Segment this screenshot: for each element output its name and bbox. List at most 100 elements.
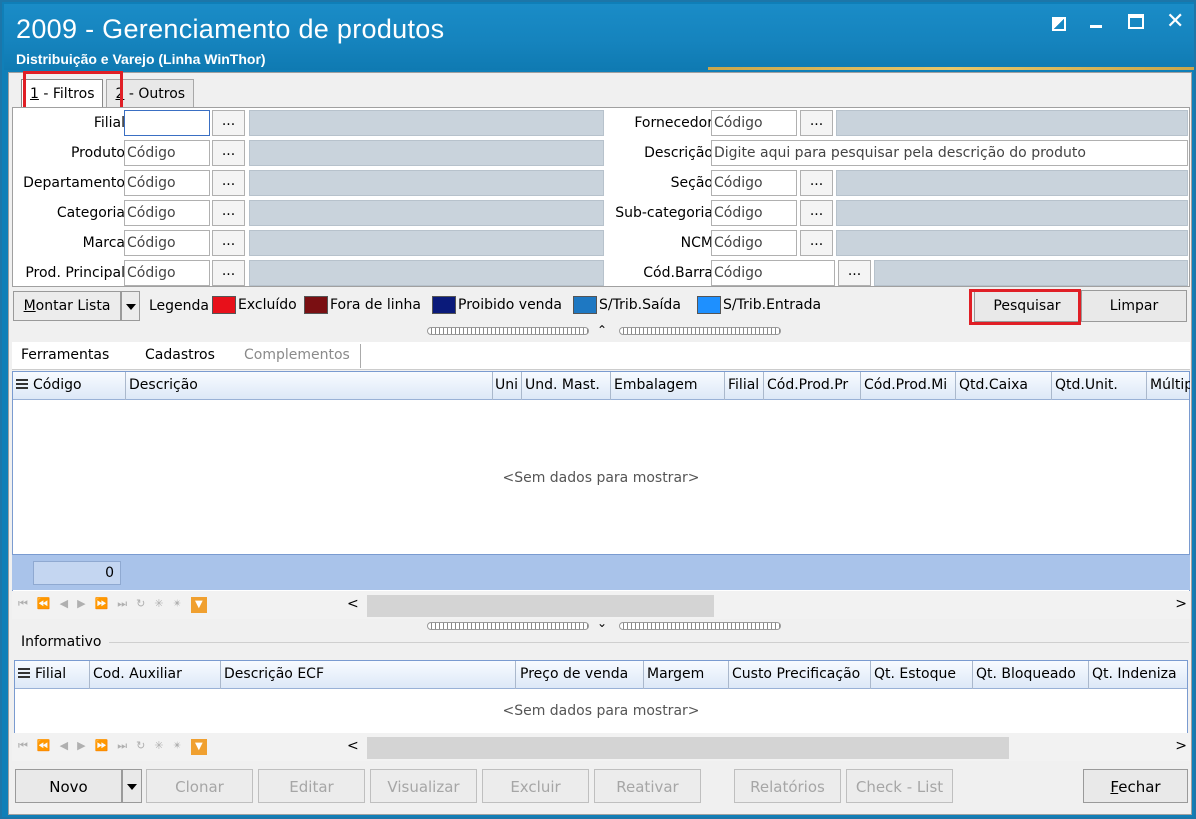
next-page-icon[interactable]: ⏩ [95,597,109,613]
departamento-input[interactable]: Código [124,170,210,196]
prev-record-icon[interactable]: ◀ [60,597,68,613]
filial-input[interactable] [124,110,210,136]
last-page-icon[interactable]: ⏭ [117,597,127,613]
col-descricao[interactable]: Descrição [129,377,198,393]
filters-splitter[interactable]: ⌃ [427,323,787,337]
next-record-icon[interactable]: ▶ [77,739,85,755]
refresh-icon[interactable]: ↻ [136,739,145,755]
visualizar-button[interactable]: Visualizar [370,769,477,803]
montar-lista-dropdown[interactable] [121,291,140,321]
title-bar[interactable]: 2009 - Gerenciamento de produtos Distrib… [4,4,1194,70]
last-page-icon[interactable]: ⏭ [117,739,127,755]
products-grid-hscroll[interactable]: < > [347,595,1187,617]
col-embalagem[interactable]: Embalagem [614,377,698,393]
col-uni[interactable]: Uni [495,377,521,393]
menu-cadastros[interactable]: Cadastros [145,347,215,363]
col-cod-prod-mi[interactable]: Cód.Prod.Mi [864,377,954,393]
col-filial[interactable]: Filial [728,377,759,393]
reativar-button[interactable]: Reativar [594,769,701,803]
col-cod-prod-pr[interactable]: Cód.Prod.Pr [767,377,859,393]
scroll-left-icon[interactable]: < [347,596,359,612]
col-cod-auxiliar[interactable]: Cod. Auxiliar [93,666,182,682]
ncm-input[interactable]: Código [711,230,797,256]
column-chooser-icon[interactable] [18,668,30,681]
info-grid-hscroll[interactable]: < > [347,737,1187,759]
fornecedor-lookup-button[interactable]: ... [800,110,833,136]
first-page-icon[interactable]: ⏮ [18,597,28,613]
menu-complementos[interactable]: Complementos [244,347,350,363]
window-title: 2009 - Gerenciamento de produtos [16,14,445,44]
append-icon[interactable]: ✴ [173,739,182,755]
col-descricao-ecf[interactable]: Descrição ECF [224,666,324,682]
scroll-left-icon[interactable]: < [347,738,359,754]
sub-categoria-input[interactable]: Código [711,200,797,226]
cod-barra-lookup-button[interactable]: ... [838,260,871,286]
secao-lookup-button[interactable]: ... [800,170,833,196]
col-qt-estoque[interactable]: Qt. Estoque [874,666,956,682]
limpar-button[interactable]: Limpar [1081,290,1187,322]
col-divider [1088,661,1089,689]
filter-icon[interactable]: ▼ [190,739,207,755]
maximize-icon[interactable] [1128,14,1146,32]
fornecedor-input[interactable]: Código [711,110,797,136]
secao-input[interactable]: Código [711,170,797,196]
scroll-right-icon[interactable]: > [1175,596,1187,612]
col-qtd-unit[interactable]: Qtd.Unit. [1055,377,1118,393]
editar-button[interactable]: Editar [258,769,365,803]
prev-page-icon[interactable]: ⏪ [37,739,51,755]
filter-icon[interactable]: ▼ [190,597,207,613]
scroll-thumb[interactable] [367,595,714,617]
col-codigo[interactable]: Código [33,377,82,393]
produto-lookup-button[interactable]: ... [212,140,245,166]
next-record-icon[interactable]: ▶ [77,597,85,613]
prev-page-icon[interactable]: ⏪ [37,597,51,613]
col-multiplo[interactable]: Múltip [1150,377,1190,393]
descricao-input[interactable]: Digite aqui para pesquisar pela descriçã… [711,140,1188,166]
restore-icon[interactable] [1052,14,1070,32]
departamento-lookup-button[interactable]: ... [212,170,245,196]
clonar-button[interactable]: Clonar [146,769,253,803]
col-divider [728,661,729,689]
fechar-button[interactable]: Fechar [1083,769,1188,803]
col-qt-indeniza[interactable]: Qt. Indeniza [1092,666,1184,682]
produto-input[interactable]: Código [124,140,210,166]
marca-input[interactable]: Código [124,230,210,256]
excluir-button[interactable]: Excluir [482,769,589,803]
minimize-icon[interactable] [1090,14,1108,32]
refresh-icon[interactable]: ↻ [136,597,145,613]
check-list-button[interactable]: Check - List [846,769,953,803]
append-icon[interactable]: ✴ [173,597,182,613]
col-custo-precificacao[interactable]: Custo Precificação [732,666,860,682]
relatorios-button[interactable]: Relatórios [734,769,841,803]
prod-principal-description [249,260,604,286]
cod-barra-input[interactable]: Código [711,260,835,286]
col-und-mast[interactable]: Und. Mast. [525,377,600,393]
col-margem[interactable]: Margem [647,666,704,682]
sub-categoria-lookup-button[interactable]: ... [800,200,833,226]
col-preco-venda[interactable]: Preço de venda [520,666,628,682]
prev-record-icon[interactable]: ◀ [60,739,68,755]
info-splitter[interactable]: ⌄ [427,616,787,632]
next-page-icon[interactable]: ⏩ [95,739,109,755]
prod-principal-input[interactable]: Código [124,260,210,286]
ncm-lookup-button[interactable]: ... [800,230,833,256]
marca-lookup-button[interactable]: ... [212,230,245,256]
categoria-lookup-button[interactable]: ... [212,200,245,226]
novo-button[interactable]: Novo [15,769,122,803]
categoria-input[interactable]: Código [124,200,210,226]
insert-icon[interactable]: ✳ [154,739,163,755]
scroll-thumb[interactable] [367,737,1009,759]
montar-lista-button[interactable]: Montar Lista [13,291,121,321]
first-page-icon[interactable]: ⏮ [18,739,28,755]
column-chooser-icon[interactable] [16,379,28,392]
col-qt-bloqueado[interactable]: Qt. Bloqueado [976,666,1076,682]
close-icon[interactable]: ✕ [1166,11,1184,33]
insert-icon[interactable]: ✳ [154,597,163,613]
novo-dropdown[interactable] [122,769,142,803]
col-qtd-caixa[interactable]: Qtd.Caixa [959,377,1028,393]
col-filial[interactable]: Filial [35,666,66,682]
menu-ferramentas[interactable]: Ferramentas [21,347,109,363]
prod-principal-lookup-button[interactable]: ... [212,260,245,286]
filial-lookup-button[interactable]: ... [212,110,245,136]
scroll-right-icon[interactable]: > [1175,738,1187,754]
